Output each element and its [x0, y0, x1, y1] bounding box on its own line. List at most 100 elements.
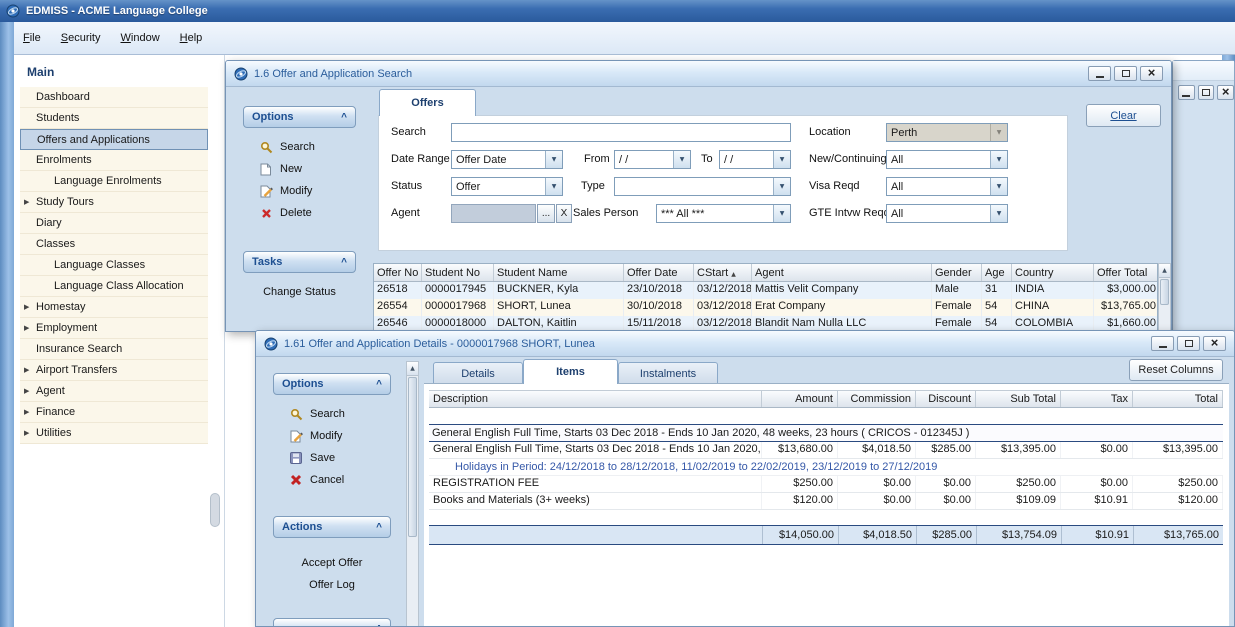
modify-command[interactable]: Modify	[273, 425, 391, 447]
cancel-command[interactable]: Cancel	[273, 469, 391, 491]
col-country[interactable]: Country	[1012, 264, 1094, 281]
restore-button[interactable]	[1198, 85, 1215, 100]
col-sub-total[interactable]: Sub Total	[976, 391, 1061, 407]
chevron-down-icon[interactable]	[773, 151, 790, 168]
sidebar-item-language-enrolments[interactable]: Language Enrolments	[20, 171, 208, 192]
sidebar-item-dashboard[interactable]: Dashboard	[20, 87, 208, 108]
search-command[interactable]: Search	[273, 403, 391, 425]
chevron-down-icon[interactable]	[990, 124, 1007, 141]
sidebar-item-employment[interactable]: Employment	[20, 318, 208, 339]
agent-browse-button[interactable]: ...	[537, 204, 555, 223]
col-total[interactable]: Total	[1133, 391, 1223, 407]
menu-file[interactable]: File	[14, 29, 50, 47]
sales-person-select[interactable]: *** All ***	[656, 204, 791, 223]
save-command[interactable]: Save	[273, 447, 391, 469]
minimize-button[interactable]	[1088, 66, 1111, 81]
tab-offers[interactable]: Offers	[379, 89, 476, 116]
offer-row[interactable]: 26554 0000017968 SHORT, Lunea 30/10/2018…	[374, 299, 1157, 316]
col-amount[interactable]: Amount	[762, 391, 838, 407]
search-command[interactable]: Search	[243, 136, 356, 158]
scroll-thumb[interactable]	[1160, 279, 1169, 305]
visa-reqd-select[interactable]: All	[886, 177, 1008, 196]
actions-panel-header[interactable]: Actions	[273, 516, 391, 538]
col-cstart[interactable]: CStart	[694, 264, 752, 281]
restore-button[interactable]	[1114, 66, 1137, 81]
sidebar-item-enrolments[interactable]: Enrolments	[20, 150, 208, 171]
sidebar-item-classes[interactable]: Classes	[20, 234, 208, 255]
sidebar-scrollbar-thumb[interactable]	[210, 493, 220, 527]
sidebar-item-homestay[interactable]: Homestay	[20, 297, 208, 318]
expand-icon[interactable]	[24, 324, 36, 332]
col-agent[interactable]: Agent	[752, 264, 932, 281]
location-select[interactable]: Perth	[886, 123, 1008, 142]
options-panel-header[interactable]: Options	[243, 106, 356, 128]
restore-button[interactable]	[1177, 336, 1200, 351]
chevron-down-icon[interactable]	[990, 205, 1007, 222]
chevron-down-icon[interactable]	[990, 178, 1007, 195]
new-command[interactable]: New	[243, 158, 356, 180]
date-range-select[interactable]: Offer Date	[451, 150, 563, 169]
sidebar-item-language-classes[interactable]: Language Classes	[20, 255, 208, 276]
change-status-command[interactable]: Change Status	[243, 281, 356, 303]
new-continuing-select[interactable]: All	[886, 150, 1008, 169]
menu-window[interactable]: Window	[112, 29, 169, 47]
tab-details[interactable]: Details	[433, 362, 523, 384]
search-input[interactable]	[451, 123, 791, 142]
chevron-down-icon[interactable]	[545, 178, 562, 195]
from-date-input[interactable]: / /	[614, 150, 691, 169]
col-tax[interactable]: Tax	[1061, 391, 1133, 407]
col-discount[interactable]: Discount	[916, 391, 976, 407]
type-select[interactable]	[614, 177, 791, 196]
close-icon[interactable]	[1140, 66, 1163, 81]
menu-help[interactable]: Help	[171, 29, 212, 47]
menu-security[interactable]: Security	[52, 29, 110, 47]
offer-details-titlebar[interactable]: 1.61 Offer and Application Details - 000…	[256, 331, 1234, 357]
reset-columns-button[interactable]: Reset Columns	[1129, 359, 1223, 381]
tab-instalments[interactable]: Instalments	[618, 362, 718, 384]
scroll-thumb[interactable]	[408, 377, 417, 537]
app-titlebar[interactable]: EDMISS - ACME Language College	[0, 0, 1235, 22]
col-offer-total[interactable]: Offer Total	[1094, 264, 1158, 281]
col-offer-date[interactable]: Offer Date	[624, 264, 694, 281]
chevron-down-icon[interactable]	[673, 151, 690, 168]
sidebar-item-utilities[interactable]: Utilities	[20, 423, 208, 444]
to-date-input[interactable]: / /	[719, 150, 791, 169]
minimize-button[interactable]	[1151, 336, 1174, 351]
close-icon[interactable]	[1203, 336, 1226, 351]
panel-scrollbar[interactable]	[406, 361, 419, 627]
gte-intvw-reqd-select[interactable]: All	[886, 204, 1008, 223]
expand-icon[interactable]	[24, 408, 36, 416]
chevron-down-icon[interactable]	[545, 151, 562, 168]
expand-icon[interactable]	[24, 366, 36, 374]
options-panel-header[interactable]: Options	[273, 373, 391, 395]
sidebar-item-airport-transfers[interactable]: Airport Transfers	[20, 360, 208, 381]
course-group-row[interactable]: General English Full Time, Starts 03 Dec…	[429, 424, 1223, 442]
item-row[interactable]: General English Full Time, Starts 03 Dec…	[429, 442, 1223, 459]
tasks-panel-header[interactable]: Tasks	[243, 251, 356, 273]
chevron-down-icon[interactable]	[990, 151, 1007, 168]
chevron-down-icon[interactable]	[773, 205, 790, 222]
item-row[interactable]: REGISTRATION FEE $250.00 $0.00 $0.00 $25…	[429, 476, 1223, 493]
col-commission[interactable]: Commission	[838, 391, 916, 407]
item-row[interactable]: Books and Materials (3+ weeks) $120.00 $…	[429, 493, 1223, 510]
accept-offer-command[interactable]: Accept Offer	[273, 552, 391, 574]
close-icon[interactable]	[1217, 85, 1234, 100]
sidebar-item-students[interactable]: Students	[20, 108, 208, 129]
scroll-up-icon[interactable]	[407, 362, 418, 376]
offer-row[interactable]: 26518 0000017945 BUCKNER, Kyla 23/10/201…	[374, 282, 1157, 299]
minimize-button[interactable]	[1178, 85, 1195, 100]
col-student-name[interactable]: Student Name	[494, 264, 624, 281]
col-description[interactable]: Description	[429, 391, 762, 407]
sidebar-item-language-class-allocation[interactable]: Language Class Allocation	[20, 276, 208, 297]
col-student-no[interactable]: Student No	[422, 264, 494, 281]
clear-button[interactable]: Clear	[1086, 104, 1161, 127]
scroll-up-icon[interactable]	[1159, 264, 1170, 278]
offer-search-titlebar[interactable]: 1.6 Offer and Application Search	[226, 61, 1171, 87]
sidebar-item-offers-and-applications[interactable]: Offers and Applications	[20, 129, 208, 150]
delete-command[interactable]: Delete	[243, 202, 356, 224]
sidebar-item-agent[interactable]: Agent	[20, 381, 208, 402]
expand-icon[interactable]	[24, 303, 36, 311]
col-age[interactable]: Age	[982, 264, 1012, 281]
col-offer-no[interactable]: Offer No	[374, 264, 422, 281]
collapsed-panel-header[interactable]	[273, 618, 391, 627]
